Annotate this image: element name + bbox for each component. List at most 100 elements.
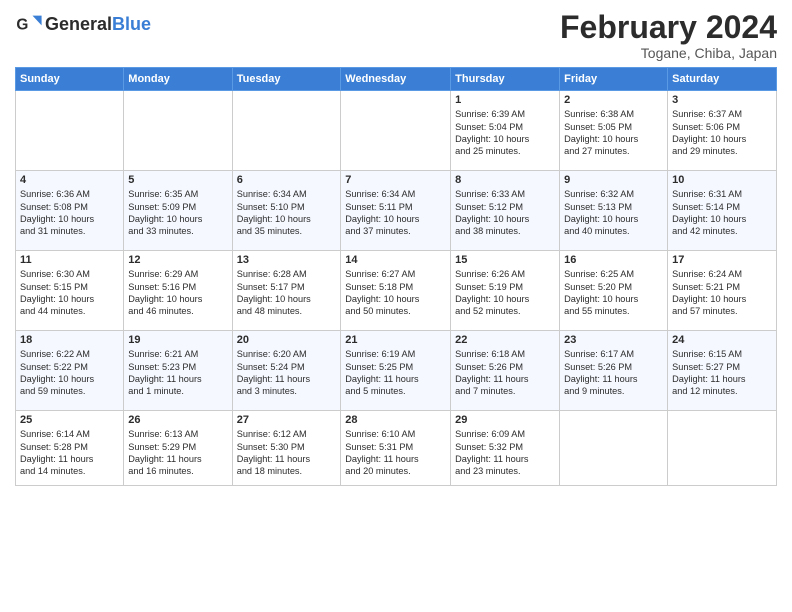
calendar-cell: 6Sunrise: 6:34 AMSunset: 5:10 PMDaylight… bbox=[232, 171, 341, 251]
day-number: 28 bbox=[345, 414, 446, 426]
calendar-cell: 15 Sunrise: 6:26 AMSunset: 5:19 PMDayligh… bbox=[451, 251, 560, 331]
logo: G GeneralBlue bbox=[15, 10, 151, 38]
calendar-cell: 22 Sunrise: 6:18 AMSunset: 5:26 PMDayligh… bbox=[451, 331, 560, 411]
calendar-cell: 28 Sunrise: 6:10 AMSunset: 5:31 PMDayligh… bbox=[341, 411, 451, 486]
day-number: 2 bbox=[564, 94, 663, 106]
day-number: 12 bbox=[128, 254, 227, 266]
col-header-tuesday: Tuesday bbox=[232, 68, 341, 91]
col-header-wednesday: Wednesday bbox=[341, 68, 451, 91]
day-info: Sunrise: 6:33 AMSunset: 5:12 PMDaylight:… bbox=[455, 188, 555, 238]
day-info: Sunrise: 6:15 AMSunset: 5:27 PMDaylight:… bbox=[672, 348, 772, 398]
day-number: 11 bbox=[20, 254, 119, 266]
calendar-header-row: SundayMondayTuesdayWednesdayThursdayFrid… bbox=[16, 68, 777, 91]
day-info: Sunrise: 6:22 AMSunset: 5:22 PMDaylight:… bbox=[20, 348, 119, 398]
day-number: 4 bbox=[20, 174, 119, 186]
calendar-cell bbox=[232, 91, 341, 171]
day-info: Sunrise: 6:30 AMSunset: 5:15 PMDaylight:… bbox=[20, 268, 119, 318]
calendar-cell: 27 Sunrise: 6:12 AMSunset: 5:30 PMDayligh… bbox=[232, 411, 341, 486]
col-header-sunday: Sunday bbox=[16, 68, 124, 91]
calendar-cell: 10 Sunrise: 6:31 AMSunset: 5:14 PMDayligh… bbox=[668, 171, 777, 251]
day-info: Sunrise: 6:27 AMSunset: 5:18 PMDaylight:… bbox=[345, 268, 446, 318]
day-info: Sunrise: 6:34 AMSunset: 5:10 PMDaylight:… bbox=[237, 188, 337, 238]
calendar-cell: 2 Sunrise: 6:38 AMSunset: 5:05 PMDaylight… bbox=[560, 91, 668, 171]
calendar-cell: 26 Sunrise: 6:13 AMSunset: 5:29 PMDayligh… bbox=[124, 411, 232, 486]
day-number: 25 bbox=[20, 414, 119, 426]
calendar-cell: 5 Sunrise: 6:35 AMSunset: 5:09 PMDaylight… bbox=[124, 171, 232, 251]
calendar-cell: 24 Sunrise: 6:15 AMSunset: 5:27 PMDayligh… bbox=[668, 331, 777, 411]
day-number: 7 bbox=[345, 174, 446, 186]
day-info: Sunrise: 6:09 AMSunset: 5:32 PMDaylight:… bbox=[455, 428, 555, 478]
day-info: Sunrise: 6:19 AMSunset: 5:25 PMDaylight:… bbox=[345, 348, 446, 398]
day-info: Sunrise: 6:17 AMSunset: 5:26 PMDaylight:… bbox=[564, 348, 663, 398]
day-info: Sunrise: 6:32 AMSunset: 5:13 PMDaylight:… bbox=[564, 188, 663, 238]
day-info: Sunrise: 6:37 AMSunset: 5:06 PMDaylight:… bbox=[672, 108, 772, 158]
calendar-cell: 13 Sunrise: 6:28 AMSunset: 5:17 PMDayligh… bbox=[232, 251, 341, 331]
calendar-cell: 9 Sunrise: 6:32 AMSunset: 5:13 PMDaylight… bbox=[560, 171, 668, 251]
day-info: Sunrise: 6:26 AMSunset: 5:19 PMDaylight:… bbox=[455, 268, 555, 318]
calendar-cell: 11 Sunrise: 6:30 AMSunset: 5:15 PMDayligh… bbox=[16, 251, 124, 331]
day-number: 26 bbox=[128, 414, 227, 426]
calendar-cell: 4 Sunrise: 6:36 AMSunset: 5:08 PMDaylight… bbox=[16, 171, 124, 251]
day-info: Sunrise: 6:24 AMSunset: 5:21 PMDaylight:… bbox=[672, 268, 772, 318]
col-header-monday: Monday bbox=[124, 68, 232, 91]
col-header-thursday: Thursday bbox=[451, 68, 560, 91]
calendar-cell bbox=[560, 411, 668, 486]
day-number: 19 bbox=[128, 334, 227, 346]
month-title: February 2024 bbox=[560, 10, 777, 45]
day-number: 15 bbox=[455, 254, 555, 266]
calendar-cell: 21 Sunrise: 6:19 AMSunset: 5:25 PMDayligh… bbox=[341, 331, 451, 411]
calendar-cell: 3 Sunrise: 6:37 AMSunset: 5:06 PMDaylight… bbox=[668, 91, 777, 171]
calendar-cell: 16Sunrise: 6:25 AMSunset: 5:20 PMDayligh… bbox=[560, 251, 668, 331]
calendar-cell: 8 Sunrise: 6:33 AMSunset: 5:12 PMDaylight… bbox=[451, 171, 560, 251]
calendar-cell: 25 Sunrise: 6:14 AMSunset: 5:28 PMDayligh… bbox=[16, 411, 124, 486]
day-number: 29 bbox=[455, 414, 555, 426]
calendar-cell: 19 Sunrise: 6:21 AMSunset: 5:23 PMDayligh… bbox=[124, 331, 232, 411]
day-number: 3 bbox=[672, 94, 772, 106]
page-container: G GeneralBlue February 2024 Togane, Chib… bbox=[0, 0, 792, 491]
day-info: Sunrise: 6:14 AMSunset: 5:28 PMDaylight:… bbox=[20, 428, 119, 478]
day-number: 10 bbox=[672, 174, 772, 186]
day-info: Sunrise: 6:34 AMSunset: 5:11 PMDaylight:… bbox=[345, 188, 446, 238]
day-info: Sunrise: 6:13 AMSunset: 5:29 PMDaylight:… bbox=[128, 428, 227, 478]
day-number: 13 bbox=[237, 254, 337, 266]
calendar-cell: 7 Sunrise: 6:34 AMSunset: 5:11 PMDaylight… bbox=[341, 171, 451, 251]
day-number: 20 bbox=[237, 334, 337, 346]
calendar-cell: 12Sunrise: 6:29 AMSunset: 5:16 PMDayligh… bbox=[124, 251, 232, 331]
day-info: Sunrise: 6:31 AMSunset: 5:14 PMDaylight:… bbox=[672, 188, 772, 238]
day-info: Sunrise: 6:28 AMSunset: 5:17 PMDaylight:… bbox=[237, 268, 337, 318]
logo-icon: G bbox=[15, 10, 43, 38]
day-number: 18 bbox=[20, 334, 119, 346]
day-info: Sunrise: 6:12 AMSunset: 5:30 PMDaylight:… bbox=[237, 428, 337, 478]
calendar-cell bbox=[668, 411, 777, 486]
day-number: 27 bbox=[237, 414, 337, 426]
calendar-cell bbox=[124, 91, 232, 171]
day-info: Sunrise: 6:10 AMSunset: 5:31 PMDaylight:… bbox=[345, 428, 446, 478]
day-number: 1 bbox=[455, 94, 555, 106]
title-block: February 2024 Togane, Chiba, Japan bbox=[560, 10, 777, 61]
calendar-cell: 14 Sunrise: 6:27 AMSunset: 5:18 PMDayligh… bbox=[341, 251, 451, 331]
day-number: 9 bbox=[564, 174, 663, 186]
day-info: Sunrise: 6:39 AMSunset: 5:04 PMDaylight:… bbox=[455, 108, 555, 158]
calendar-cell: 23Sunrise: 6:17 AMSunset: 5:26 PMDayligh… bbox=[560, 331, 668, 411]
header: G GeneralBlue February 2024 Togane, Chib… bbox=[15, 10, 777, 61]
day-number: 24 bbox=[672, 334, 772, 346]
calendar-cell: 20 Sunrise: 6:20 AMSunset: 5:24 PMDayligh… bbox=[232, 331, 341, 411]
day-number: 8 bbox=[455, 174, 555, 186]
svg-text:G: G bbox=[16, 17, 28, 34]
day-info: Sunrise: 6:20 AMSunset: 5:24 PMDaylight:… bbox=[237, 348, 337, 398]
logo-general-text: General bbox=[45, 14, 112, 34]
day-info: Sunrise: 6:38 AMSunset: 5:05 PMDaylight:… bbox=[564, 108, 663, 158]
day-info: Sunrise: 6:18 AMSunset: 5:26 PMDaylight:… bbox=[455, 348, 555, 398]
day-info: Sunrise: 6:36 AMSunset: 5:08 PMDaylight:… bbox=[20, 188, 119, 238]
day-number: 21 bbox=[345, 334, 446, 346]
location: Togane, Chiba, Japan bbox=[560, 45, 777, 61]
calendar-cell bbox=[341, 91, 451, 171]
day-info: Sunrise: 6:21 AMSunset: 5:23 PMDaylight:… bbox=[128, 348, 227, 398]
calendar-cell: 1 Sunrise: 6:39 AMSunset: 5:04 PMDaylight… bbox=[451, 91, 560, 171]
day-number: 14 bbox=[345, 254, 446, 266]
calendar-cell: 18 Sunrise: 6:22 AMSunset: 5:22 PMDayligh… bbox=[16, 331, 124, 411]
day-number: 22 bbox=[455, 334, 555, 346]
day-number: 5 bbox=[128, 174, 227, 186]
day-info: Sunrise: 6:35 AMSunset: 5:09 PMDaylight:… bbox=[128, 188, 227, 238]
calendar-table: SundayMondayTuesdayWednesdayThursdayFrid… bbox=[15, 67, 777, 486]
